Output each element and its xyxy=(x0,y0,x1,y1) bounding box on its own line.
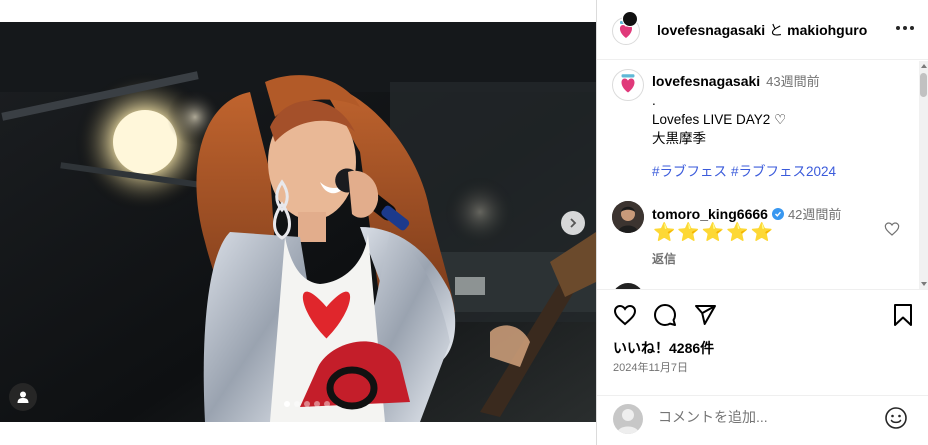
hashtag-link[interactable]: #ラブフェス2024 xyxy=(731,164,836,179)
emoji-button[interactable] xyxy=(884,406,908,433)
person-tag-icon xyxy=(17,391,29,403)
caption-text: . Lovefes LIVE DAY2 ♡ 大黒摩季 xyxy=(652,93,787,146)
comment-input[interactable] xyxy=(658,409,878,425)
tagged-people-button[interactable] xyxy=(9,383,37,411)
carousel-dot-2 xyxy=(294,401,300,407)
caption-username[interactable]: lovefesnagasaki xyxy=(652,73,760,89)
post-photo[interactable] xyxy=(0,22,596,422)
carousel-dot-5 xyxy=(324,401,330,407)
scroll-down-arrow[interactable] xyxy=(921,282,927,286)
hashtag-link[interactable]: #ラブフェス xyxy=(652,164,727,179)
more-options-button[interactable] xyxy=(893,18,917,38)
comment-icon xyxy=(654,304,676,326)
save-button[interactable] xyxy=(892,303,914,330)
top-strip xyxy=(0,0,596,22)
comments-scrollbar[interactable] xyxy=(919,61,928,289)
caption-avatar[interactable] xyxy=(612,69,644,101)
comment-username-line: tomoro_king6666 42週間前 xyxy=(652,204,841,223)
collaborator-avatar[interactable] xyxy=(622,11,638,27)
share-icon xyxy=(695,305,716,325)
header-usernames: lovefesnagasaki と makiohguro xyxy=(657,20,867,40)
default-avatar-icon xyxy=(617,409,639,434)
post-header: lovefesnagasaki と makiohguro xyxy=(597,0,928,60)
bookmark-icon xyxy=(894,304,912,326)
scrollbar-thumb[interactable] xyxy=(920,73,927,97)
emoji-icon xyxy=(885,407,907,429)
caption-time[interactable]: 43週間前 xyxy=(766,74,819,89)
lovefes-logo-icon xyxy=(615,72,641,98)
heart-icon xyxy=(613,304,637,326)
carousel-dot-4 xyxy=(314,401,320,407)
carousel-dot-1 xyxy=(284,401,290,407)
add-comment-bar xyxy=(597,395,928,445)
comment-username[interactable]: tomoro_king6666 xyxy=(652,206,768,222)
current-user-avatar xyxy=(613,404,643,434)
caption-hashtags: #ラブフェス #ラブフェス2024 xyxy=(652,160,840,180)
post-date[interactable]: 2024年11月7日 xyxy=(613,359,688,375)
collaborator-username[interactable]: makiohguro xyxy=(787,22,867,38)
comment-like-button[interactable] xyxy=(884,221,900,240)
comments-section: lovefesnagasaki 43週間前 . Lovefes LIVE DAY2… xyxy=(597,61,928,289)
like-button[interactable] xyxy=(613,303,637,330)
reply-button[interactable]: 返信 xyxy=(652,250,676,267)
more-icon xyxy=(910,26,914,30)
likes-count[interactable]: いいね！4286件 xyxy=(613,338,714,358)
post-side-panel: lovefesnagasaki と makiohguro lovefesnagasa… xyxy=(597,0,928,445)
verified-icon xyxy=(771,207,784,220)
commenter-photo xyxy=(612,201,644,233)
owner-username[interactable]: lovefesnagasaki xyxy=(657,22,765,38)
heart-icon xyxy=(884,222,900,236)
share-button[interactable] xyxy=(693,303,717,330)
comment-text: ⭐⭐⭐⭐⭐ xyxy=(653,222,776,242)
photo-scene xyxy=(0,22,596,422)
comment-time[interactable]: 42週間前 xyxy=(788,204,841,223)
commenter-avatar[interactable] xyxy=(612,201,644,233)
comment-button[interactable] xyxy=(653,303,677,330)
joiner-text: と xyxy=(769,22,784,38)
caption-username-line: lovefesnagasaki 43週間前 xyxy=(652,71,820,90)
carousel-dots xyxy=(284,401,330,407)
more-icon xyxy=(896,26,900,30)
carousel-next-button[interactable] xyxy=(561,211,585,235)
post-actions xyxy=(597,303,928,333)
carousel-dot-3 xyxy=(304,401,310,407)
scroll-up-arrow[interactable] xyxy=(921,64,927,68)
more-icon xyxy=(903,26,907,30)
chevron-right-icon xyxy=(570,218,577,228)
actions-divider xyxy=(597,289,928,290)
bottom-strip xyxy=(0,422,596,445)
